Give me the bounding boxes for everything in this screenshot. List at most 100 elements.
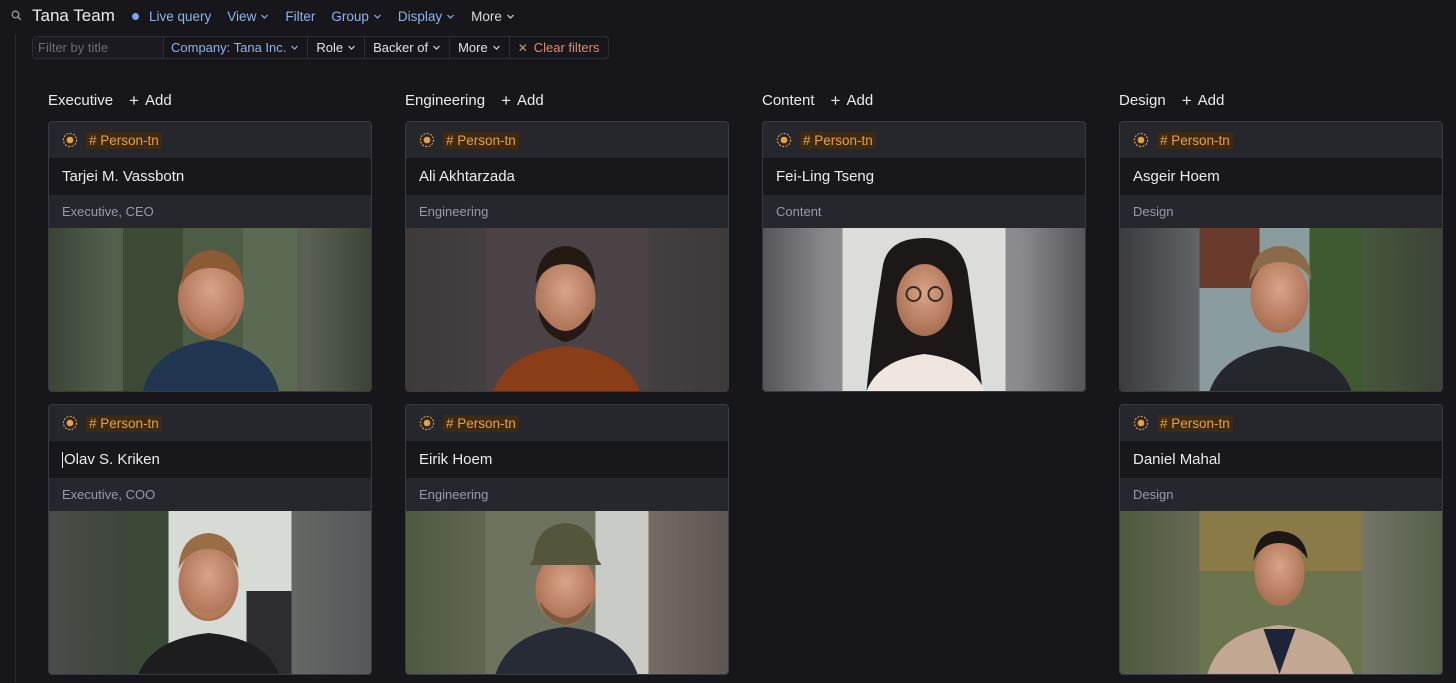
supertag-icon xyxy=(1133,415,1149,431)
person-card[interactable]: # Person-tn Asgeir Hoem Design xyxy=(1119,121,1443,392)
card-title[interactable]: Ali Akhtarzada xyxy=(406,158,728,195)
card-photo xyxy=(49,511,371,674)
add-label: Add xyxy=(517,91,544,109)
supertag-icon xyxy=(1133,132,1149,148)
display-menu[interactable]: Display xyxy=(398,9,455,24)
live-query-toggle[interactable]: Live query xyxy=(132,9,211,24)
card-tag-row: # Person-tn xyxy=(406,405,728,441)
column-design: Design + Add # Person-tn Asgeir Hoem Des… xyxy=(1119,90,1443,675)
person-card[interactable]: # Person-tn Tarjei M. Vassbotn Executive… xyxy=(48,121,372,392)
more-filters[interactable]: More xyxy=(450,37,510,58)
add-label: Add xyxy=(1197,91,1225,109)
column-title: Executive xyxy=(48,91,114,109)
backer-filter[interactable]: Backer of xyxy=(365,37,451,58)
portrait-photo xyxy=(485,511,649,674)
card-photo xyxy=(49,228,371,391)
portrait-photo xyxy=(1199,228,1363,391)
live-indicator-icon xyxy=(132,13,139,20)
close-icon: ✕ xyxy=(517,40,528,55)
card-title[interactable]: Tarjei M. Vassbotn xyxy=(49,158,371,195)
card-title[interactable]: Daniel Mahal xyxy=(1120,441,1442,478)
supertag-label[interactable]: # Person-tn xyxy=(1157,131,1233,149)
card-role: Design xyxy=(1120,478,1442,511)
column-title: Content xyxy=(762,91,815,109)
plus-icon: + xyxy=(501,90,511,110)
role-filter[interactable]: Role xyxy=(308,37,366,58)
title-filter-input[interactable]: Filter by title xyxy=(33,37,164,58)
plus-icon: + xyxy=(129,90,139,110)
card-role: Executive, COO xyxy=(49,478,371,511)
add-card-button[interactable]: + Add xyxy=(501,92,544,109)
supertag-label[interactable]: # Person-tn xyxy=(86,131,162,149)
card-tag-row: # Person-tn xyxy=(49,405,371,441)
view-menu[interactable]: View xyxy=(227,9,269,24)
person-card[interactable]: # Person-tn Eirik Hoem Engineering xyxy=(405,404,729,675)
column-executive: Executive + Add # Person-tn Tarjei M. Va… xyxy=(48,90,372,675)
supertag-label[interactable]: # Person-tn xyxy=(86,414,162,432)
card-title[interactable]: Eirik Hoem xyxy=(406,441,728,478)
add-card-button[interactable]: + Add xyxy=(831,92,874,109)
display-menu-label: Display xyxy=(397,9,443,24)
column-title: Design xyxy=(1119,91,1166,109)
card-title[interactable]: Fei-Ling Tseng xyxy=(763,158,1085,195)
card-photo xyxy=(1120,228,1442,391)
column-engineering: Engineering + Add # Person-tn Ali Akhtar… xyxy=(405,90,729,675)
supertag-icon xyxy=(62,132,78,148)
card-role: Engineering xyxy=(406,478,728,511)
company-filter[interactable]: Company: Tana Inc. xyxy=(164,37,309,58)
column-title: Engineering xyxy=(405,91,486,109)
more-menu[interactable]: More xyxy=(471,9,515,24)
backer-filter-label: Backer of xyxy=(373,40,429,55)
group-menu[interactable]: Group xyxy=(331,9,382,24)
chevron-down-icon xyxy=(373,14,381,19)
add-card-button[interactable]: + Add xyxy=(1182,92,1225,109)
person-card[interactable]: # Person-tn Daniel Mahal Design xyxy=(1119,404,1443,675)
card-photo xyxy=(1120,511,1442,674)
group-menu-label: Group xyxy=(331,9,369,24)
clear-filters-button[interactable]: ✕ Clear filters xyxy=(510,37,608,58)
filter-bar: Filter by title Company: Tana Inc. Role … xyxy=(32,36,609,59)
chevron-down-icon xyxy=(291,45,299,50)
view-toolbar: Live query View Filter Group Display Mor… xyxy=(132,9,531,24)
role-filter-label: Role xyxy=(316,40,344,55)
card-role: Design xyxy=(1120,195,1442,228)
card-role: Executive, CEO xyxy=(49,195,371,228)
search-icon[interactable] xyxy=(11,10,22,21)
supertag-label[interactable]: # Person-tn xyxy=(800,131,876,149)
person-card[interactable]: # Person-tn Olav S. Kriken Executive, CO… xyxy=(48,404,372,675)
supertag-label[interactable]: # Person-tn xyxy=(1157,414,1233,432)
supertag-icon xyxy=(419,415,435,431)
card-tag-row: # Person-tn xyxy=(406,122,728,158)
portrait-photo xyxy=(1199,511,1363,674)
card-title[interactable]: Asgeir Hoem xyxy=(1120,158,1442,195)
clear-filters-label: Clear filters xyxy=(533,40,600,55)
column-content: Content + Add # Person-tn Fei-Ling Tseng… xyxy=(762,90,1086,392)
chevron-down-icon xyxy=(348,45,356,50)
supertag-label[interactable]: # Person-tn xyxy=(443,131,519,149)
more-menu-label: More xyxy=(471,9,502,24)
add-card-button[interactable]: + Add xyxy=(129,92,172,109)
supertag-icon xyxy=(419,132,435,148)
card-title-text: Olav S. Kriken xyxy=(64,451,160,468)
plus-icon: + xyxy=(1181,90,1192,110)
portrait-photo xyxy=(842,228,1006,391)
column-header: Design + Add xyxy=(1119,90,1443,110)
more-filters-label: More xyxy=(458,40,488,55)
chevron-down-icon xyxy=(506,14,514,19)
company-filter-label: Company: Tana Inc. xyxy=(171,40,287,55)
person-card[interactable]: # Person-tn Fei-Ling Tseng Content xyxy=(762,121,1086,392)
card-tag-row: # Person-tn xyxy=(1120,122,1442,158)
view-menu-label: View xyxy=(227,9,257,24)
card-tag-row: # Person-tn xyxy=(763,122,1085,158)
card-title[interactable]: Olav S. Kriken xyxy=(49,441,371,478)
chevron-down-icon xyxy=(447,14,455,19)
supertag-label[interactable]: # Person-tn xyxy=(443,414,519,432)
person-card[interactable]: # Person-tn Ali Akhtarzada Engineering xyxy=(405,121,729,392)
add-label: Add xyxy=(846,91,874,109)
chevron-down-icon xyxy=(433,45,440,50)
column-header: Executive + Add xyxy=(48,90,372,110)
page-title: Tana Team xyxy=(32,6,115,25)
card-photo xyxy=(763,228,1085,391)
filter-menu[interactable]: Filter xyxy=(285,9,315,24)
card-tag-row: # Person-tn xyxy=(49,122,371,158)
